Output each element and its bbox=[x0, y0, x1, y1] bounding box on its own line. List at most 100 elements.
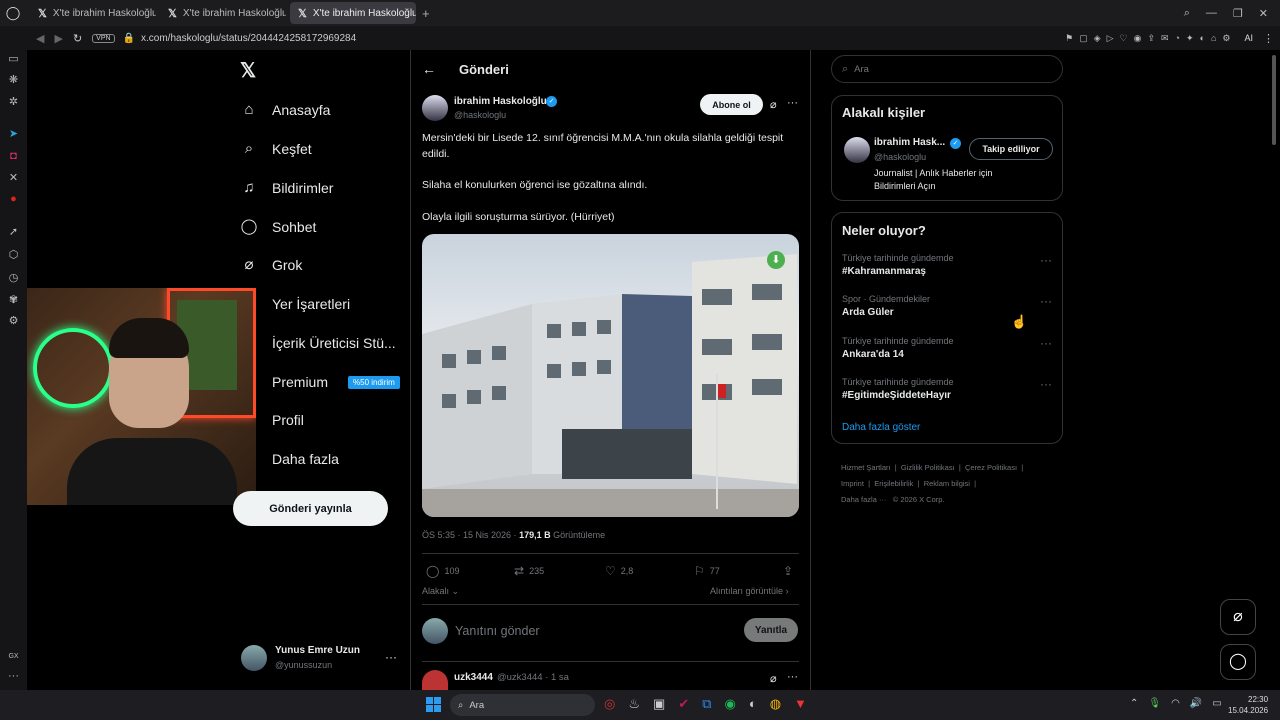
url-text[interactable]: x.com/haskologlu/status/2044424258172969… bbox=[141, 33, 356, 44]
footer-link[interactable]: Daha fazla ··· bbox=[841, 495, 886, 504]
search-input[interactable]: Ara bbox=[854, 64, 869, 75]
author-avatar[interactable] bbox=[422, 95, 448, 121]
history-icon[interactable]: ◷ bbox=[7, 272, 20, 285]
footer-link[interactable]: Çerez Politikası bbox=[965, 463, 1017, 472]
github-icon[interactable]: ◐ bbox=[749, 696, 757, 712]
reply-more-icon[interactable]: ··· bbox=[787, 671, 798, 683]
trend-item[interactable]: Türkiye tarihinde gündemde #EgitimdeŞidde… bbox=[842, 377, 954, 401]
trend-more-icon[interactable]: ··· bbox=[1040, 336, 1052, 350]
grok-explain-icon[interactable]: ⌀ bbox=[770, 672, 777, 685]
vpn-badge[interactable]: VPN bbox=[92, 33, 115, 43]
related-avatar[interactable] bbox=[844, 137, 870, 163]
footer-link[interactable]: Gizlilik Politikası bbox=[901, 463, 955, 472]
cube-icon[interactable]: ⬡ bbox=[7, 249, 20, 262]
minimize-icon[interactable]: — bbox=[1206, 7, 1217, 20]
related-name[interactable]: ibrahim Hask... bbox=[874, 137, 945, 148]
author-name[interactable]: ibrahim Haskoloğlu bbox=[454, 96, 547, 107]
footer-link[interactable]: Erişilebilirlik bbox=[874, 479, 913, 488]
chevron-up-icon[interactable]: ⌃ bbox=[1130, 698, 1138, 709]
reply-username[interactable]: uzk3444 bbox=[454, 672, 493, 683]
grok-float-icon[interactable]: ⌀ bbox=[1220, 599, 1256, 635]
reply-button[interactable]: Yanıtla bbox=[744, 618, 798, 642]
reply-action[interactable]: ◯ 109 bbox=[426, 564, 459, 578]
pets-icon[interactable]: ✾ bbox=[7, 294, 20, 307]
record-icon[interactable]: ● bbox=[7, 193, 20, 206]
menu-icon[interactable]: ⋮ bbox=[1263, 32, 1274, 45]
messenger-icon[interactable]: ▭ bbox=[7, 53, 20, 66]
back-arrow-icon[interactable]: ← bbox=[422, 61, 436, 77]
download-icon[interactable]: ⬇ bbox=[767, 251, 785, 269]
like-action[interactable]: ♡ 2,8 bbox=[605, 564, 633, 578]
back-icon[interactable]: ◀ bbox=[36, 32, 44, 45]
nav-notifications[interactable]: ♫ Bildirimler bbox=[240, 173, 333, 203]
search-icon[interactable]: ⌕ bbox=[1184, 7, 1190, 20]
chat-float-icon[interactable]: ◯ bbox=[1220, 644, 1256, 680]
reply-avatar[interactable] bbox=[422, 670, 448, 690]
trend-more-icon[interactable]: ··· bbox=[1040, 377, 1052, 391]
extension-icons[interactable]: ⚑▢◈▷♡◉⇪✉◔✦◐⌂⚙ bbox=[1065, 33, 1236, 44]
browser-tab[interactable]: 𝕏 X'te ibrahim Haskoloğlu: " bbox=[30, 2, 156, 24]
ai-button[interactable]: AI bbox=[1244, 33, 1253, 43]
more-dots-icon[interactable]: ··· bbox=[7, 670, 20, 683]
footer-link[interactable]: Reklam bilgisi bbox=[924, 479, 970, 488]
cat-icon[interactable]: ❋ bbox=[7, 74, 20, 87]
epic-icon[interactable]: ▣ bbox=[653, 696, 665, 712]
grok-explain-icon[interactable]: ⌀ bbox=[770, 98, 777, 111]
windows-start-icon[interactable] bbox=[426, 697, 441, 712]
nav-home[interactable]: ⌂ Anasayfa bbox=[240, 95, 330, 125]
nav-chat[interactable]: ◯ Sohbet bbox=[240, 212, 317, 242]
nav-premium[interactable]: 𝕏Premium%50 indirim bbox=[240, 367, 400, 397]
new-tab-button[interactable]: + bbox=[422, 6, 430, 21]
nav-explore[interactable]: ⌕ Keşfet bbox=[240, 134, 312, 164]
footer-link[interactable]: Imprint bbox=[841, 479, 864, 488]
x-home-logo-icon[interactable]: 𝕏 bbox=[240, 58, 256, 83]
trend-item[interactable]: Türkiye tarihinde gündemde #Kahramanmaraş bbox=[842, 253, 954, 277]
instagram-icon[interactable]: ◘ bbox=[7, 150, 20, 163]
valorant-icon[interactable]: ▼ bbox=[794, 696, 807, 712]
share-action[interactable]: ⇪ bbox=[783, 564, 793, 578]
gx-label[interactable]: GX bbox=[7, 650, 20, 663]
reload-icon[interactable]: ↻ bbox=[73, 32, 82, 45]
restore-icon[interactable]: ❐ bbox=[1233, 7, 1243, 20]
relevance-dropdown[interactable]: Alakalı ⌄ bbox=[422, 586, 459, 597]
scrollbar[interactable] bbox=[1272, 55, 1276, 145]
reply-input[interactable]: Yanıtını gönder bbox=[455, 624, 540, 638]
app-icon[interactable]: ✔ bbox=[678, 696, 689, 712]
trend-item[interactable]: Türkiye tarihinde gündemde Ankara'da 14 bbox=[842, 336, 954, 360]
chrome-icon[interactable]: ◍ bbox=[770, 696, 781, 712]
post-more-icon[interactable]: ··· bbox=[787, 97, 798, 109]
taskbar-search[interactable]: ⌕ Ara bbox=[450, 694, 595, 716]
trend-more-icon[interactable]: ··· bbox=[1040, 294, 1052, 308]
account-menu-icon[interactable]: ··· bbox=[385, 650, 397, 664]
x-sidebar-icon[interactable]: ✕ bbox=[7, 172, 20, 185]
footer-link[interactable]: Hizmet Şartları bbox=[841, 463, 891, 472]
star-icon[interactable]: ✲ bbox=[7, 96, 20, 109]
mic-icon[interactable]: 🎙 bbox=[1148, 698, 1161, 709]
subscribe-button[interactable]: Abone ol bbox=[700, 94, 763, 115]
trend-item[interactable]: Spor · Gündemdekiler Arda Güler bbox=[842, 294, 930, 318]
opera-logo-icon[interactable]: ◯ bbox=[0, 5, 26, 21]
view-quotes-link[interactable]: Alıntıları görüntüle › bbox=[710, 586, 789, 596]
browser-tab[interactable]: 𝕏 X'te ibrahim Haskoloğlu: " bbox=[160, 2, 286, 24]
forward-icon[interactable]: ▶ bbox=[54, 32, 62, 45]
volume-icon[interactable]: 🔊 bbox=[1190, 698, 1202, 709]
search-box[interactable]: ⌕ Ara bbox=[831, 55, 1063, 83]
tweet-image[interactable]: ⬇ bbox=[422, 234, 799, 517]
clock[interactable]: 22:30 15.04.2026 bbox=[1228, 694, 1268, 716]
author-handle[interactable]: @haskologlu bbox=[454, 110, 506, 120]
nav-grok[interactable]: ⌀ Grok bbox=[240, 250, 302, 280]
timestamp[interactable]: ÖS 5:35 · 15 Nis 2026 · bbox=[422, 530, 519, 540]
close-icon[interactable]: ✕ bbox=[1259, 7, 1268, 20]
nav-bookmarks[interactable]: ⚐Yer İşaretleri bbox=[240, 289, 350, 319]
opera-gx-icon[interactable]: ◎ bbox=[604, 696, 615, 712]
trend-more-icon[interactable]: ··· bbox=[1040, 253, 1052, 267]
battery-icon[interactable]: ▭ bbox=[1212, 698, 1221, 709]
bookmark-action[interactable]: ⚐ 77 bbox=[694, 564, 720, 578]
show-more-link[interactable]: Daha fazla göster bbox=[842, 422, 920, 433]
steam-icon[interactable]: ♨ bbox=[628, 696, 640, 712]
wifi-icon[interactable]: ◠ bbox=[1171, 698, 1180, 709]
settings-icon[interactable]: ⚙ bbox=[7, 315, 20, 328]
browser-tab-active[interactable]: 𝕏 X'te ibrahim Haskoloğlu: " bbox=[290, 2, 416, 24]
nav-creator-studio[interactable]: ▤İçerik Üreticisi Stü... bbox=[240, 328, 396, 358]
repost-action[interactable]: ⇄ 235 bbox=[514, 564, 544, 578]
